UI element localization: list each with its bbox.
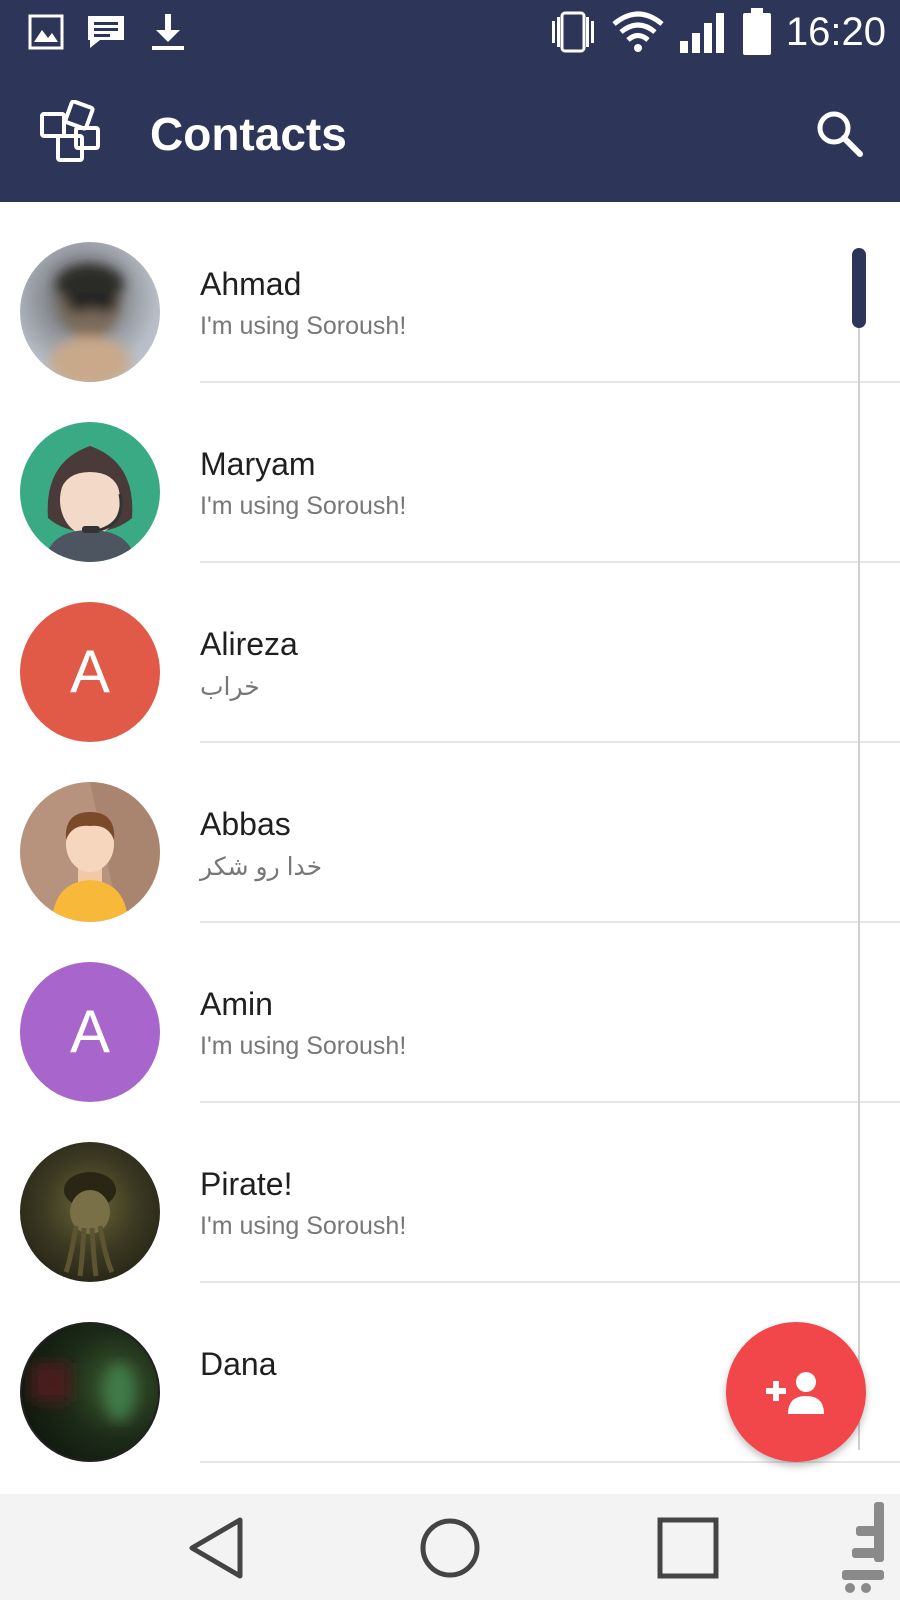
status-time: 16:20: [785, 10, 886, 54]
back-button[interactable]: [176, 1512, 256, 1584]
message-icon: [88, 16, 124, 48]
recents-icon: [657, 1517, 719, 1579]
avatar-letter: A: [69, 638, 111, 705]
add-contact-icon: [766, 1372, 824, 1414]
contact-name: Amin: [200, 986, 273, 1022]
app-logo-icon[interactable]: [38, 100, 102, 164]
signal-icon: [679, 13, 724, 53]
avatar: [20, 1322, 160, 1462]
avatar: [20, 242, 160, 382]
list-item[interactable]: A Amin I'm using Soroush!: [0, 922, 900, 1103]
store-watermark-icon: [842, 1502, 884, 1593]
contact-status: I'm using Soroush!: [200, 492, 407, 520]
contact-name: Dana: [200, 1346, 277, 1382]
recents-button[interactable]: [648, 1512, 728, 1584]
contact-name: Abbas: [200, 806, 291, 842]
avatar-letter: A: [69, 998, 111, 1065]
contact-list[interactable]: Ahmad I'm using Soroush! Maryam I'm usin…: [0, 202, 900, 1494]
contact-status: خراب: [200, 673, 260, 701]
page-title: Contacts: [150, 108, 347, 160]
status-bar: 16:20: [0, 0, 900, 64]
avatar-photo: [50, 264, 130, 382]
avatar: [20, 1142, 160, 1282]
wifi-icon: [612, 11, 664, 52]
list-item[interactable]: Pirate! I'm using Soroush!: [0, 1102, 900, 1283]
avatar: [20, 782, 160, 922]
download-icon: [152, 14, 184, 50]
back-icon: [189, 1517, 243, 1579]
list-item[interactable]: Ahmad I'm using Soroush!: [0, 202, 900, 383]
avatar-photo: [31, 1362, 135, 1422]
home-icon: [420, 1518, 480, 1578]
contact-name: Pirate!: [200, 1166, 293, 1202]
avatar: A: [20, 962, 160, 1102]
list-item[interactable]: Maryam I'm using Soroush!: [0, 382, 900, 563]
battery-icon: [742, 8, 771, 55]
search-icon[interactable]: [812, 106, 868, 162]
contact-status: I'm using Soroush!: [200, 1212, 407, 1240]
app-bar: Contacts: [0, 64, 900, 202]
woman-avatar-icon: [44, 446, 136, 562]
man-avatar-icon: [52, 782, 160, 922]
contact-status: I'm using Soroush!: [200, 1032, 407, 1060]
contact-name: Ahmad: [200, 266, 302, 302]
contact-name: Alireza: [200, 626, 298, 662]
navigation-bar: [0, 1494, 900, 1600]
avatar-photo: [63, 1172, 116, 1277]
avatar: [20, 422, 160, 562]
scrollbar-thumb[interactable]: [852, 248, 866, 328]
list-item[interactable]: A Alireza خراب: [0, 562, 900, 743]
contact-name: Maryam: [200, 446, 316, 482]
notification-icons: [28, 12, 188, 52]
add-contact-button[interactable]: [726, 1322, 866, 1462]
image-icon: [28, 14, 64, 50]
avatar: A: [20, 602, 160, 742]
contact-status: خدا رو شکر: [200, 853, 323, 881]
scrollbar-track[interactable]: [858, 250, 860, 1450]
vibrate-icon: [551, 11, 594, 53]
home-button[interactable]: [410, 1512, 490, 1584]
contact-status: I'm using Soroush!: [200, 312, 407, 340]
system-icons: 16:20: [548, 6, 886, 58]
list-item[interactable]: Abbas خدا رو شکر: [0, 742, 900, 923]
